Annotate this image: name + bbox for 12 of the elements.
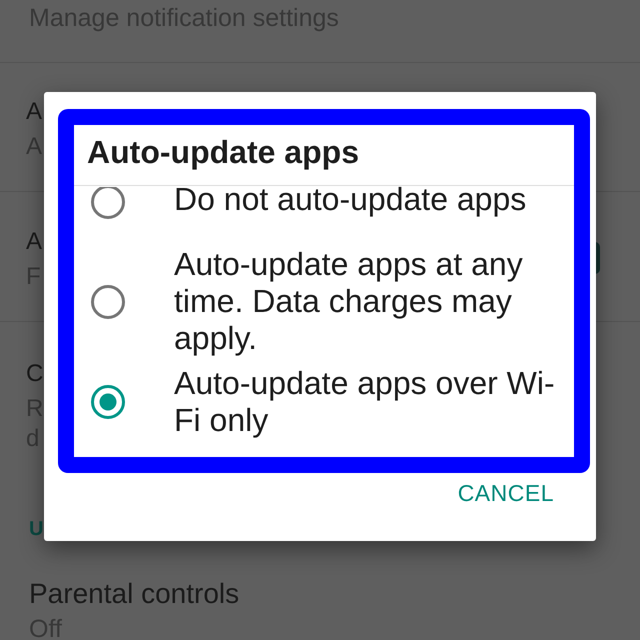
radio-button[interactable]	[90, 284, 126, 320]
section-header: U	[29, 517, 44, 542]
setting-title: A	[26, 97, 42, 127]
option-label[interactable]: Auto-update apps over Wi-Fi only	[174, 365, 559, 439]
option-label[interactable]: Auto-update apps at any time. Data charges may apply.	[174, 246, 559, 357]
option-label[interactable]: Do not auto-update apps	[174, 186, 559, 218]
setting-title: A	[26, 227, 42, 257]
radio-button[interactable]	[90, 187, 126, 220]
radio-button[interactable]	[90, 384, 126, 420]
dialog-title: Auto-update apps	[87, 133, 359, 171]
setting-title: C	[26, 359, 44, 389]
setting-title: Parental controls	[29, 578, 240, 610]
